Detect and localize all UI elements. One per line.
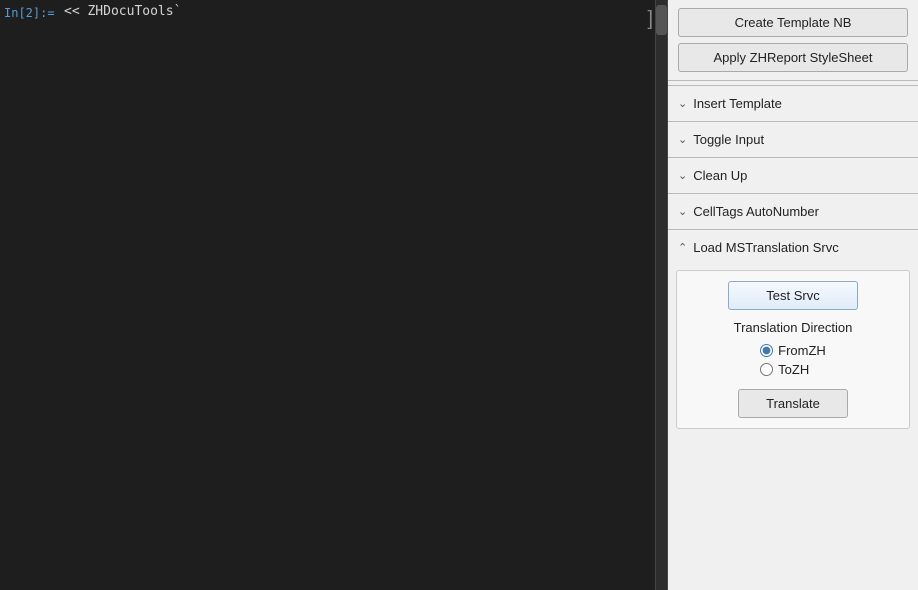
radio-to-zh-label: ToZH xyxy=(778,362,809,377)
scroll-thumb[interactable] xyxy=(656,5,667,35)
test-srvc-button[interactable]: Test Srvc xyxy=(728,281,858,310)
scrollbar[interactable] xyxy=(655,0,667,590)
chevron-down-icon-3: ⌄ xyxy=(678,169,687,182)
chevron-down-icon-2: ⌄ xyxy=(678,133,687,146)
radio-to-zh-input[interactable] xyxy=(760,363,773,376)
sidebar: Create Template NB Apply ZHReport StyleS… xyxy=(668,0,918,590)
radio-group-direction: FromZH ToZH xyxy=(760,343,826,377)
notebook-cell: In[2]:= << ZHDocuTools` ] xyxy=(0,0,667,24)
radio-to-zh[interactable]: ToZH xyxy=(760,362,809,377)
accordion-load-ms: ⌃ Load MSTranslation Srvc Test Srvc Tran… xyxy=(668,229,918,442)
load-ms-body: Test Srvc Translation Direction FromZH T… xyxy=(668,270,918,442)
accordion-header-load-ms[interactable]: ⌃ Load MSTranslation Srvc xyxy=(668,230,918,265)
apply-stylesheet-button[interactable]: Apply ZHReport StyleSheet xyxy=(678,43,908,72)
radio-from-zh[interactable]: FromZH xyxy=(760,343,826,358)
cell-label: In[2]:= xyxy=(4,4,64,20)
notebook-area: In[2]:= << ZHDocuTools` ] xyxy=(0,0,668,590)
create-template-nb-button[interactable]: Create Template NB xyxy=(678,8,908,37)
accordion-celltags: ⌄ CellTags AutoNumber xyxy=(668,193,918,229)
divider xyxy=(668,80,918,81)
accordion-label-toggle-input: Toggle Input xyxy=(693,132,764,147)
accordion-header-toggle-input[interactable]: ⌄ Toggle Input xyxy=(668,122,918,157)
chevron-up-icon: ⌃ xyxy=(678,241,687,254)
ms-translation-panel: Test Srvc Translation Direction FromZH T… xyxy=(676,270,910,429)
accordion-toggle-input: ⌄ Toggle Input xyxy=(668,121,918,157)
accordion-header-celltags[interactable]: ⌄ CellTags AutoNumber xyxy=(668,194,918,229)
chevron-down-icon-4: ⌄ xyxy=(678,205,687,218)
accordion-header-insert-template[interactable]: ⌄ Insert Template xyxy=(668,86,918,121)
accordion-label-clean-up: Clean Up xyxy=(693,168,747,183)
translate-button[interactable]: Translate xyxy=(738,389,848,418)
accordion-insert-template: ⌄ Insert Template xyxy=(668,85,918,121)
accordion-label-load-ms: Load MSTranslation Srvc xyxy=(693,240,838,255)
chevron-down-icon: ⌄ xyxy=(678,97,687,110)
accordion-header-clean-up[interactable]: ⌄ Clean Up xyxy=(668,158,918,193)
accordion-label-insert-template: Insert Template xyxy=(693,96,782,111)
cell-bracket: ] xyxy=(647,8,653,31)
top-buttons-area: Create Template NB Apply ZHReport StyleS… xyxy=(668,0,918,76)
accordion-clean-up: ⌄ Clean Up xyxy=(668,157,918,193)
radio-from-zh-input[interactable] xyxy=(760,344,773,357)
cell-content: << ZHDocuTools` xyxy=(64,4,659,19)
accordion-label-celltags: CellTags AutoNumber xyxy=(693,204,819,219)
translation-direction-label: Translation Direction xyxy=(734,320,853,335)
radio-from-zh-label: FromZH xyxy=(778,343,826,358)
